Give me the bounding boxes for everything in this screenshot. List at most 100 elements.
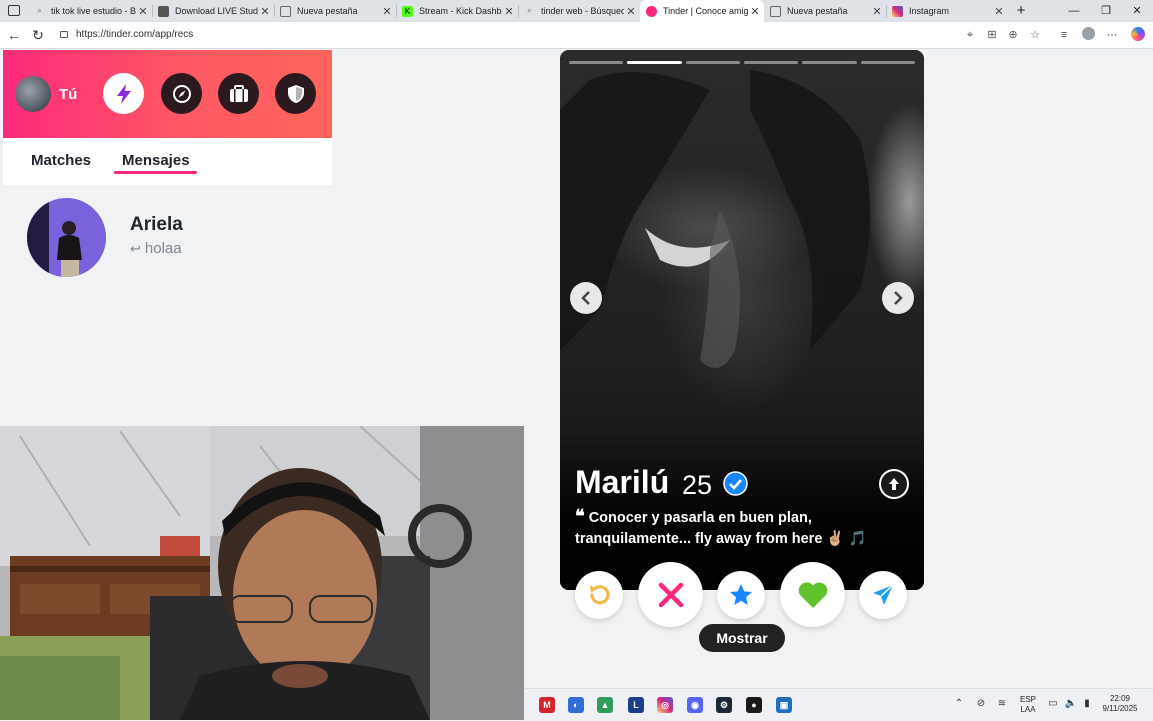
more-options-icon[interactable]: ⋯ [1104,27,1120,43]
zoom-icon[interactable]: ⊕ [1005,27,1021,43]
browser-tab[interactable]: Instagram ✕ [886,0,1008,22]
obs-icon[interactable]: ● [746,697,762,713]
boost-send-button[interactable] [859,571,907,619]
profile-card[interactable]: Marilú 25 ❝ Conocer y pasarla en buen pla… [560,50,924,590]
url-field[interactable]: https://tinder.com/app/recs [54,25,954,45]
steam-icon[interactable]: ⚙ [716,697,732,713]
photo-progress-segment[interactable] [685,61,740,64]
tinder-flame-icon [646,5,657,17]
favorite-star-icon[interactable]: ☆ [1027,27,1043,43]
paper-plane-icon [873,584,894,605]
tab-matches[interactable]: Matches [31,152,91,169]
app-available-icon[interactable]: ⊞ [984,27,1000,43]
network-icon[interactable]: ⊘ [974,698,988,709]
close-tab-icon[interactable]: ✕ [380,5,394,18]
work-button[interactable] [218,73,259,114]
quote-icon: ❝ [575,506,585,526]
photo-progress-segment[interactable] [860,61,915,64]
open-profile-button[interactable] [879,469,909,499]
avatar [27,198,106,277]
close-tab-icon[interactable]: ✕ [136,5,150,18]
location-icon[interactable]: ⌖ [962,27,978,43]
browser-tab[interactable]: K Stream - Kick Dashboar ✕ [396,0,518,22]
volume-icon[interactable]: 🔈 [1064,698,1078,709]
browser-tab-active[interactable]: Tinder | Conoce amigos ✕ [640,0,764,22]
like-button[interactable] [780,562,845,627]
explore-button[interactable] [161,73,202,114]
rewind-icon [590,585,610,605]
active-tab-indicator [114,171,197,174]
close-window-button[interactable]: ✕ [1121,0,1153,22]
profile-bio: ❝ Conocer y pasarla en buen plan, tranqui… [575,506,867,547]
conversation-item[interactable]: Ariela ↩ holaa [3,187,332,287]
search-icon: ⌕ [37,6,42,15]
boost-button[interactable] [103,73,144,114]
next-photo-button[interactable] [882,282,914,314]
reload-button[interactable]: ↻ [28,25,48,45]
conversation-list: Ariela ↩ holaa [3,187,332,427]
wifi-icon[interactable]: ≋ [995,698,1009,709]
favorites-icon[interactable]: ≡ [1056,27,1072,43]
browser-tab[interactable]: ⌕ tinder web - Búsqueda ✕ [518,0,640,22]
search-icon: ⌕ [527,6,532,15]
close-x-icon [658,582,683,607]
language-indicator[interactable]: ESP LAA [1016,695,1040,715]
battery-icon[interactable]: ▮ [1080,698,1094,709]
webcam-overlay [0,426,524,720]
restore-button[interactable]: ❐ [1090,0,1122,22]
kick-logo-icon: K [402,5,413,17]
reply-arrow-icon: ↩ [130,241,141,256]
close-tab-icon[interactable]: ✕ [258,5,272,18]
close-tab-icon[interactable]: ✕ [624,5,638,18]
previous-photo-button[interactable] [570,282,602,314]
photo-progress-segment[interactable] [743,61,799,64]
shield-icon [287,84,304,103]
superlike-button[interactable] [717,571,765,619]
profile-name: Marilú [575,464,670,500]
instagram-icon[interactable]: ◎ [657,697,673,713]
user-label[interactable]: Tú [59,86,77,103]
close-tab-icon[interactable]: ✕ [748,5,762,18]
new-tab-page-icon [280,5,291,17]
heart-icon [798,581,827,608]
nope-button[interactable] [638,562,703,627]
safety-button[interactable] [275,73,316,114]
browser-tab[interactable]: Nueva pestaña ✕ [764,0,886,22]
clock[interactable]: 22:09 9/11/2025 [1098,694,1142,714]
mcafee-icon[interactable]: M [539,697,555,713]
discord-icon[interactable]: ◉ [687,697,703,713]
window-menu-icon[interactable] [8,5,20,16]
photo-progress-segment[interactable] [569,61,624,64]
vpn-icon[interactable]: ◐ [568,697,584,713]
new-tab-page-icon [770,5,781,17]
browser-tab[interactable]: Nueva pestaña ✕ [274,0,396,22]
lock-icon [60,30,68,38]
display-icon[interactable]: ▭ [1046,698,1060,709]
photo-progress-segment[interactable] [627,61,682,64]
briefcase-icon [229,84,248,102]
tab-messages[interactable]: Mensajes [122,152,190,169]
profile-age: 25 [682,470,713,500]
close-tab-icon[interactable]: ✕ [992,5,1006,18]
conversation-name: Ariela [130,214,183,235]
close-tab-icon[interactable]: ✕ [502,5,516,18]
rewind-button[interactable] [575,571,623,619]
chart-app-icon[interactable]: ▲ [597,697,613,713]
l-app-icon[interactable]: L [628,697,644,713]
lightning-icon [116,83,131,104]
close-tab-icon[interactable]: ✕ [870,5,884,18]
photo-progress-segment[interactable] [802,61,857,64]
sidebar-header: Tú [3,50,332,138]
browser-tab[interactable]: Download LIVE Studio ✕ [152,0,274,22]
app-window-icon[interactable]: ▣ [776,697,792,713]
minimize-button[interactable]: — [1058,0,1090,22]
chevron-up-icon[interactable]: ⌃ [952,698,966,709]
messages-tabs: Matches Mensajes [3,138,332,187]
chevron-left-icon [581,291,590,305]
back-button[interactable]: ← [4,25,24,45]
user-avatar[interactable] [15,76,51,112]
copilot-icon[interactable] [1130,27,1146,43]
browser-tab[interactable]: ⌕ tik tok live estudio - Bús ✕ [28,0,152,22]
new-tab-button[interactable]: + [1005,0,1037,22]
profile-avatar-icon[interactable] [1080,27,1096,43]
